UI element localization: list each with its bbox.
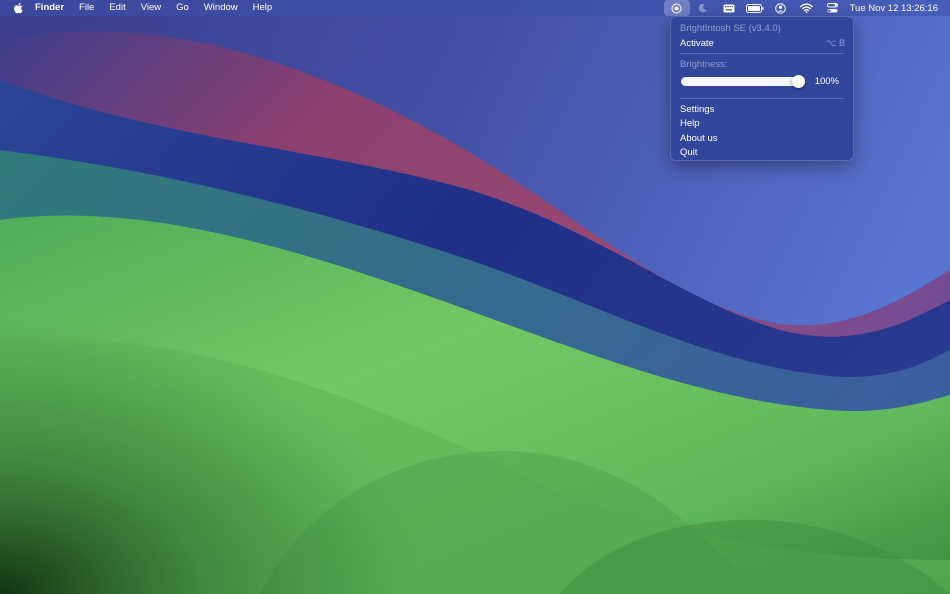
menu-separator [680,53,844,54]
menu-go[interactable]: Go [176,0,189,16]
user-icon[interactable] [768,0,794,16]
brightintosh-dropdown-menu: BrightIntosh SE (v3.4.0) Activate ⌥ B Br… [670,16,854,161]
brightness-value: 100% [814,76,839,87]
menu-file[interactable]: File [79,0,94,16]
quit-menu-item[interactable]: Quit [680,147,697,158]
keyboard-icon[interactable] [716,0,742,16]
menu-app-finder[interactable]: Finder [35,0,64,16]
moon-icon[interactable] [690,0,716,16]
activate-shortcut: ⌥ B [826,38,845,48]
menu-edit[interactable]: Edit [109,0,125,16]
menu-window[interactable]: Window [204,0,238,16]
menu-bar: Finder File Edit View Go Window Help Tue… [0,0,950,16]
menu-header-app-version: BrightIntosh SE (v3.4.0) [680,23,781,34]
battery-icon[interactable] [742,0,768,16]
activate-menu-item[interactable]: Activate [680,38,714,49]
brightness-slider-knob[interactable] [792,75,805,88]
menubar-clock[interactable]: Tue Nov 12 13:26:16 [850,3,938,14]
menu-separator [680,98,844,99]
menu-view[interactable]: View [141,0,161,16]
settings-menu-item[interactable]: Settings [680,104,714,115]
about-us-menu-item[interactable]: About us [680,133,718,144]
brightness-slider[interactable] [681,75,805,88]
brightness-slider-fill [681,77,803,86]
menu-help[interactable]: Help [253,0,273,16]
brightness-label: Brightness: [680,59,728,70]
apple-logo-icon[interactable] [13,2,23,14]
help-menu-item[interactable]: Help [680,118,700,129]
wifi-icon[interactable] [794,0,820,16]
control-center-icon[interactable] [820,0,846,16]
brightintosh-icon[interactable] [663,0,690,16]
